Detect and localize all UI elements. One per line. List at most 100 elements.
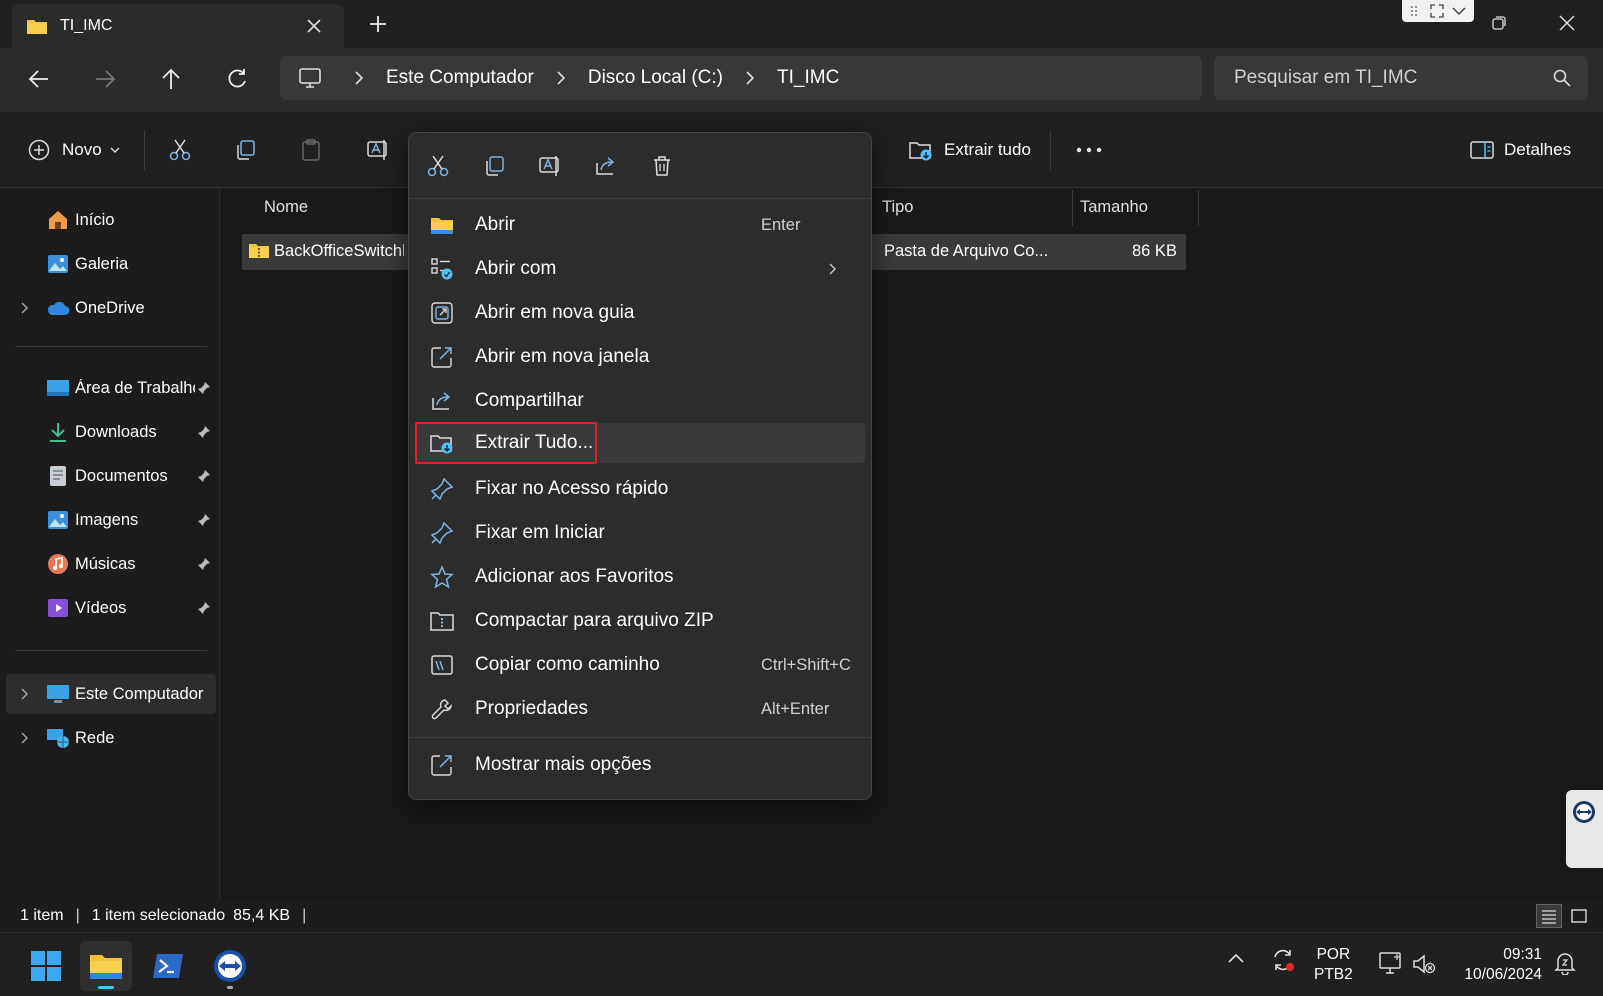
menu-item-compactar-zip[interactable]: Compactar para arquivo ZIP [417, 601, 865, 641]
language-indicator[interactable]: POR PTB2 [1314, 945, 1353, 985]
column-divider[interactable] [1198, 190, 1199, 226]
taskbar-teamviewer[interactable] [204, 941, 256, 991]
taskbar-file-explorer[interactable] [80, 941, 132, 991]
scissors-icon [168, 138, 192, 162]
clock[interactable]: 09:31 10/06/2024 [1456, 945, 1542, 985]
sidebar-item-inicio[interactable]: Início [0, 200, 216, 240]
restore-icon[interactable] [1486, 10, 1512, 36]
rename-icon [366, 138, 390, 162]
breadcrumb-disco-local[interactable]: Disco Local (C:) [588, 67, 723, 89]
taskbar-powershell[interactable] [142, 941, 194, 991]
menu-item-copiar-caminho[interactable]: Copiar como caminho Ctrl+Shift+C [417, 645, 865, 685]
network-status-icon[interactable] [1378, 951, 1404, 975]
chevron-up-icon[interactable] [1228, 953, 1244, 963]
sidebar-item-documentos[interactable]: Documentos [0, 456, 216, 496]
sidebar-item-rede[interactable]: Rede [0, 718, 216, 758]
forward-arrow-icon[interactable] [90, 64, 120, 94]
navigation-bar: Este Computador Disco Local (C:) TI_IMC … [0, 48, 1603, 112]
column-header-tamanho[interactable]: Tamanho [1080, 198, 1148, 217]
drag-handle-icon[interactable] [1410, 5, 1422, 17]
shortcut-label: Enter [761, 215, 801, 234]
rename-icon[interactable] [537, 153, 563, 179]
sidebar-item-imagens[interactable]: Imagens [0, 500, 216, 540]
zip-folder-icon [248, 241, 270, 259]
menu-item-propriedades[interactable]: Propriedades Alt+Enter [417, 689, 865, 729]
rename-button[interactable] [366, 132, 390, 168]
sidebar-item-downloads[interactable]: Downloads [0, 412, 216, 452]
start-button[interactable] [20, 941, 72, 991]
sidebar-item-musicas[interactable]: Músicas [0, 544, 216, 584]
menu-item-compartilhar[interactable]: Compartilhar [417, 381, 865, 421]
new-tab-icon [429, 300, 455, 326]
divider [144, 130, 145, 170]
menu-item-abrir-em-nova-janela[interactable]: Abrir em nova janela [417, 337, 865, 377]
menu-item-adicionar-favoritos[interactable]: Adicionar aos Favoritos [417, 557, 865, 597]
teamviewer-side-widget[interactable] [1566, 790, 1603, 868]
chevron-right-icon[interactable] [18, 301, 32, 315]
download-arrow-icon [46, 420, 70, 444]
up-arrow-icon[interactable] [156, 64, 186, 94]
search-icon[interactable] [1552, 68, 1572, 88]
paste-button[interactable] [300, 132, 322, 168]
cloud-icon [46, 296, 70, 320]
trash-icon[interactable] [649, 153, 675, 179]
status-size: 85,4 KB [233, 907, 291, 924]
menu-item-abrir[interactable]: Abrir Enter [417, 205, 865, 245]
menu-item-abrir-em-nova-guia[interactable]: Abrir em nova guia [417, 293, 865, 333]
refresh-icon[interactable] [222, 64, 252, 94]
new-tab-plus-icon[interactable] [366, 12, 390, 36]
close-window-icon[interactable] [1554, 10, 1580, 36]
close-tab-icon[interactable] [304, 16, 324, 36]
breadcrumb-ti-imc[interactable]: TI_IMC [777, 67, 839, 89]
sidebar-item-videos[interactable]: Vídeos [0, 588, 216, 628]
details-button[interactable]: Detalhes [1470, 132, 1571, 168]
divider [15, 346, 207, 347]
sidebar-item-este-computador[interactable]: Este Computador [6, 674, 216, 714]
copy-icon[interactable] [481, 153, 507, 179]
pin-icon[interactable] [196, 468, 212, 484]
pin-icon[interactable] [196, 600, 212, 616]
tab-ti-imc[interactable]: TI_IMC [12, 4, 344, 48]
snap-layout-bar[interactable] [1402, 0, 1474, 22]
new-button[interactable]: Novo [28, 132, 120, 168]
large-icons-view-icon[interactable] [1566, 904, 1592, 928]
pin-icon[interactable] [196, 512, 212, 528]
chevron-right-icon[interactable] [18, 687, 32, 701]
more-button[interactable] [1076, 132, 1102, 168]
menu-item-fixar-em-iniciar[interactable]: Fixar em Iniciar [417, 513, 865, 553]
menu-item-extrair-tudo[interactable]: Extrair Tudo... [415, 422, 865, 464]
expand-icon[interactable] [1430, 4, 1444, 18]
sidebar-item-onedrive[interactable]: OneDrive [0, 288, 216, 328]
active-indicator [98, 986, 114, 989]
copy-button[interactable] [234, 132, 256, 168]
search-box[interactable]: Pesquisar em TI_IMC [1214, 56, 1588, 100]
address-bar[interactable]: Este Computador Disco Local (C:) TI_IMC [280, 56, 1202, 100]
cut-icon[interactable] [425, 153, 451, 179]
context-quick-actions [409, 133, 871, 199]
cut-button[interactable] [168, 132, 192, 168]
menu-item-mostrar-mais-opcoes[interactable]: Mostrar mais opções [417, 745, 865, 785]
menu-item-fixar-acesso-rapido[interactable]: Fixar no Acesso rápido [417, 469, 865, 509]
sync-icon[interactable] [1270, 947, 1296, 973]
share-icon[interactable] [593, 153, 619, 179]
column-header-tipo[interactable]: Tipo [882, 198, 914, 217]
sidebar-item-area-de-trabalho[interactable]: Área de Trabalho [0, 368, 216, 408]
notification-bell-icon[interactable] [1554, 951, 1576, 975]
column-header-nome[interactable]: Nome [264, 198, 308, 217]
sidebar-item-galeria[interactable]: Galeria [0, 244, 216, 284]
pin-icon[interactable] [196, 556, 212, 572]
pin-icon [429, 476, 455, 502]
back-arrow-icon[interactable] [24, 64, 54, 94]
chevron-right-icon[interactable] [18, 731, 32, 745]
extract-all-button[interactable]: Extrair tudo [908, 132, 1031, 168]
file-size: 86 KB [1132, 242, 1177, 260]
pin-icon[interactable] [196, 424, 212, 440]
more-options-icon [429, 752, 455, 778]
pin-icon[interactable] [196, 380, 212, 396]
speaker-muted-icon[interactable] [1412, 953, 1436, 975]
menu-item-abrir-com[interactable]: Abrir com [417, 249, 865, 289]
chevron-down-icon[interactable] [1452, 6, 1466, 16]
details-view-icon[interactable] [1536, 904, 1562, 928]
breadcrumb-este-computador[interactable]: Este Computador [386, 67, 534, 89]
column-divider[interactable] [1072, 190, 1073, 226]
